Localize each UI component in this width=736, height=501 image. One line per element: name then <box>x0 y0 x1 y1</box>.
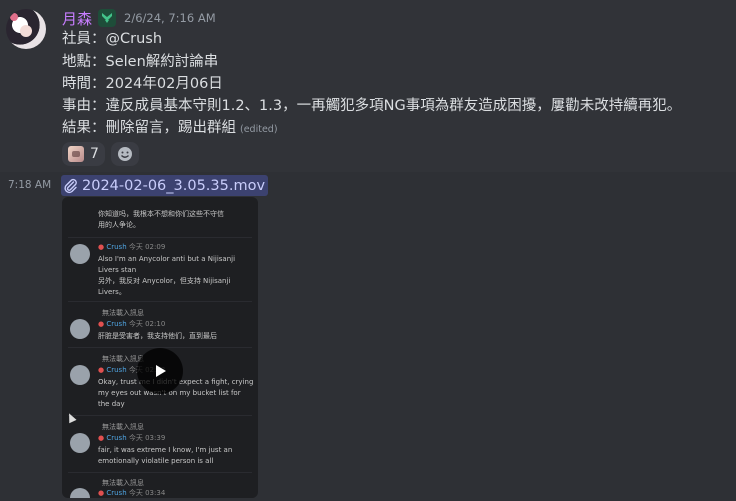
chat-avatar <box>70 433 90 453</box>
chat-text: Livers stan <box>98 266 137 274</box>
reply-note: 無法載入訊息 <box>102 423 144 431</box>
divider <box>68 237 252 238</box>
chat-avatar <box>70 319 90 339</box>
chat-text: Also I'm an Anycolor anti but a Nijisanj… <box>98 255 236 263</box>
message-line-5: 結果：刪除留言，踢出群組 (edited) <box>62 118 278 140</box>
chat-post-header: ● Crush 今天 03:34 <box>98 489 166 497</box>
chat-post-header: ● Crush 今天 03:39 <box>98 434 166 442</box>
reply-note: 無法載入訊息 <box>102 309 144 317</box>
add-reaction-button[interactable] <box>110 142 139 166</box>
divider <box>68 301 252 302</box>
chat-author: Crush <box>106 366 127 374</box>
chat-time: 今天 02:10 <box>128 320 166 328</box>
chat-time: 今天 02:09 <box>128 243 166 251</box>
chat-text: emotionally violatile person is all <box>98 457 214 465</box>
chat-text: 另外，我反对 Anycolor，但支持 Nijisanji <box>98 277 231 285</box>
chat-avatar <box>70 365 90 385</box>
chat-text: 肝脏是受害者，我支持他们，直到最后 <box>98 332 217 340</box>
message-timestamp[interactable]: 2/6/24, 7:16 AM <box>124 11 216 25</box>
chat-time: 今天 03:34 <box>128 489 166 497</box>
chat-text: Livers。 <box>98 288 126 296</box>
reactions-bar: 7 <box>62 142 139 166</box>
chat-avatar <box>70 244 90 264</box>
chat-post-header: ● Crush 今天 02:10 <box>98 320 166 328</box>
smiley-icon <box>117 147 132 161</box>
chat-author: Crush <box>106 320 127 328</box>
video-text: 你知道吗，我根本不想和你们这些不守信 <box>98 210 224 218</box>
reaction-count: 7 <box>90 146 99 162</box>
message-line-4: 事由：違反成員基本守則1.2、1.3，一再觸犯多項NG事項為群友造成困擾，屢勸未… <box>62 98 682 114</box>
message-line-1: 社員：@Crush <box>62 31 163 47</box>
video-text: 用的人争论。 <box>98 221 140 229</box>
chat-author: Crush <box>106 489 127 497</box>
reaction-button[interactable]: 7 <box>62 142 105 166</box>
chat-avatar <box>70 488 90 498</box>
chat-post-header: ● Crush 今天 02:09 <box>98 243 166 251</box>
message-header: 月森 2/6/24, 7:16 AM <box>62 8 216 28</box>
role-icon[interactable] <box>98 9 117 27</box>
message-line-5-text: 結果：刪除留言，踢出群組 <box>62 120 236 136</box>
edited-label: (edited) <box>240 124 278 135</box>
attachment-link[interactable]: 2024-02-06_3.05.35.mov <box>61 175 269 196</box>
video-player[interactable]: 你知道吗，我根本不想和你们这些不守信 用的人争论。 ● Crush 今天 02:… <box>62 197 258 498</box>
play-button[interactable] <box>137 348 183 394</box>
chat-author: Crush <box>106 434 127 442</box>
message-line-3: 時間：2024年02月06日 <box>62 76 223 92</box>
message-2: 7:18 AM 2024-02-06_3.05.35.mov 你知道吗，我根本不… <box>0 172 736 501</box>
username[interactable]: 月森 <box>62 8 92 29</box>
custom-emoji-icon <box>68 146 84 162</box>
chat-text: the day <box>98 400 125 408</box>
divider <box>68 472 252 473</box>
chat-time: 今天 03:39 <box>128 434 166 442</box>
message-line-2: 地點：Selen解約討論串 <box>62 54 219 70</box>
message-2-timestamp[interactable]: 7:18 AM <box>8 179 51 191</box>
divider <box>68 415 252 416</box>
attachment-filename[interactable]: 2024-02-06_3.05.35.mov <box>82 178 265 194</box>
paperclip-icon <box>64 178 77 193</box>
chat-text: fair, it was extreme I know, I'm just an <box>98 446 233 454</box>
message-1: 月森 2/6/24, 7:16 AM 社員：@Crush 地點：Selen解約討… <box>0 0 736 172</box>
chat-author: Crush <box>106 243 127 251</box>
play-icon <box>156 365 166 377</box>
user-avatar[interactable] <box>6 9 46 49</box>
